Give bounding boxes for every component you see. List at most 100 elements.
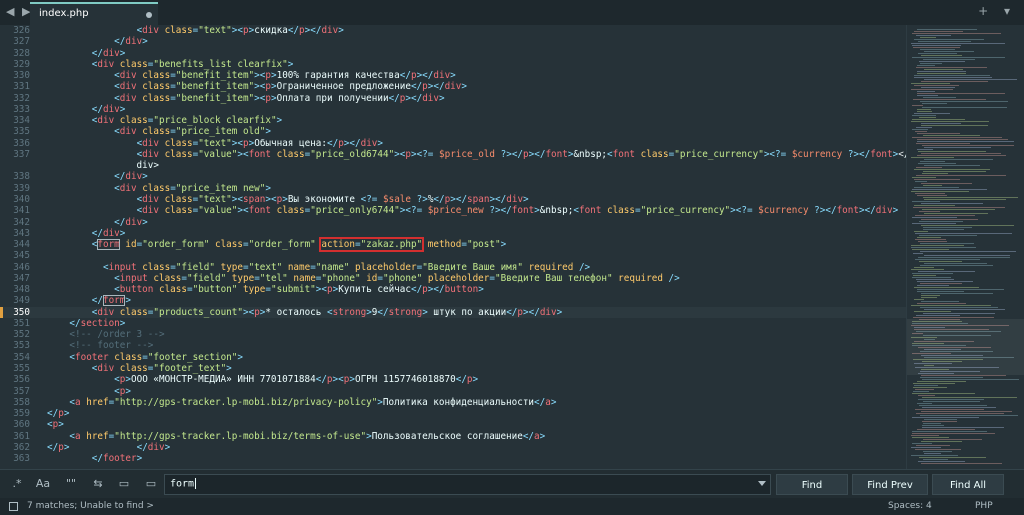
line-code: <div class="value"><font class="price_on…: [136, 205, 899, 217]
code-line[interactable]: 356 <p>ООО «МОНСТР-МЕДИА» ИНН 7701071884…: [0, 374, 906, 385]
panel-toggle-icon[interactable]: [9, 502, 18, 511]
code-line[interactable]: 332 <div class="benefit_item"><p>Оплата …: [0, 93, 906, 104]
code-line[interactable]: 353 <!-- footer -->: [0, 340, 906, 351]
minimap-code-stroke: [912, 277, 951, 278]
code-line[interactable]: div>: [0, 160, 906, 171]
line-code: <div class="benefits_list clearfix">: [91, 58, 294, 70]
minimap-code-stroke: [914, 113, 950, 114]
line-number: 346: [13, 261, 30, 273]
minimap-code-stroke: [916, 35, 951, 36]
code-line[interactable]: 328 </div>: [0, 48, 906, 59]
code-line[interactable]: 330 <div class="benefit_item"><p>100% га…: [0, 70, 906, 81]
minimap-code-stroke: [917, 381, 966, 382]
find-all-button[interactable]: Find All: [932, 474, 1004, 495]
tab-index-php[interactable]: index.php: [30, 2, 158, 25]
minimap-code-stroke: [918, 41, 971, 42]
find-history-dropdown-icon[interactable]: [758, 481, 766, 486]
code-line[interactable]: 363 </footer>: [0, 453, 906, 464]
minimap-code-stroke: [916, 167, 942, 168]
code-line[interactable]: 334 <div class="price_block clearfix">: [0, 115, 906, 126]
minimap-code-stroke: [919, 117, 936, 118]
minimap-code-stroke: [924, 263, 987, 264]
find-panel: .* Aa "" ⇆ ▭ ▭ form Find Find Prev Find …: [0, 469, 1024, 498]
code-line[interactable]: 351 </section>: [0, 318, 906, 329]
minimap-code-stroke: [911, 269, 944, 270]
code-line[interactable]: 358 <a href="http://gps-tracker.lp-mobi.…: [0, 397, 906, 408]
code-line[interactable]: 336 <div class="text"><p>Обычная цена:</…: [0, 138, 906, 149]
code-line[interactable]: 327 </div>: [0, 36, 906, 47]
minimap-code-stroke: [911, 43, 1005, 44]
code-line[interactable]: 350 <div class="products_count"><p>* ост…: [0, 306, 906, 319]
find-input[interactable]: form: [164, 474, 771, 495]
code-line[interactable]: 331 <div class="benefit_item"><p>Огранич…: [0, 81, 906, 92]
regex-toggle-button[interactable]: .*: [6, 475, 28, 493]
line-number: 337: [13, 148, 30, 160]
line-code: <!-- footer -->: [69, 340, 154, 352]
code-line[interactable]: 333 </div>: [0, 104, 906, 115]
minimap-code-stroke: [917, 403, 932, 404]
code-line[interactable]: 340 <div class="text"><span><p>Вы эконом…: [0, 194, 906, 205]
code-line[interactable]: 345: [0, 250, 906, 261]
code-line[interactable]: 362 </p> </div>: [0, 442, 906, 453]
code-line[interactable]: 359 </p>: [0, 408, 906, 419]
line-number: 336: [13, 137, 30, 149]
line-code: <div class="text"><p>Обычная цена:</p></…: [136, 137, 384, 149]
code-line[interactable]: 338 </div>: [0, 171, 906, 182]
minimap-code-stroke: [920, 161, 945, 162]
syntax-setting[interactable]: PHP: [975, 501, 993, 511]
code-line[interactable]: 352 <!-- /order 3 -->: [0, 329, 906, 340]
code-line[interactable]: 329 <div class="benefits_list clearfix">: [0, 59, 906, 70]
code-line[interactable]: 343 </div>: [0, 228, 906, 239]
minimap-code-stroke: [911, 435, 939, 436]
minimap-code-stroke: [923, 227, 972, 228]
highlight-matches-toggle-button[interactable]: ▭: [140, 475, 162, 493]
code-line[interactable]: 339 <div class="price_item new">: [0, 183, 906, 194]
tab-bar-controls-icon[interactable]: + ▾: [978, 4, 1016, 18]
minimap-code-stroke: [920, 283, 962, 284]
status-message: 7 matches; Unable to find >: [27, 501, 154, 511]
find-prev-button[interactable]: Find Prev: [852, 474, 928, 495]
code-line[interactable]: 335 <div class="price_item old">: [0, 126, 906, 137]
line-number: 358: [13, 396, 30, 408]
minimap-code-stroke: [921, 295, 940, 296]
minimap-code-stroke: [923, 451, 952, 452]
code-line[interactable]: 354 <footer class="footer_section">: [0, 352, 906, 363]
code-line[interactable]: 337 <div class="value"><font class="pric…: [0, 149, 906, 160]
line-number: 343: [13, 227, 30, 239]
whole-word-toggle-button[interactable]: "": [60, 475, 82, 493]
code-line[interactable]: 349 </form>: [0, 295, 906, 307]
code-line[interactable]: 342 </div>: [0, 217, 906, 228]
minimap-code-stroke: [920, 63, 942, 64]
minimap-code-stroke: [914, 75, 990, 76]
find-button[interactable]: Find: [776, 474, 848, 495]
code-line[interactable]: 357 <p>: [0, 386, 906, 397]
minimap-code-stroke: [917, 155, 1006, 156]
tab-dirty-dot-icon[interactable]: [146, 12, 152, 18]
code-editor[interactable]: 326 <div class="text"><p>скидка</p></div…: [0, 25, 906, 469]
minimap-code-stroke: [923, 439, 982, 440]
line-number: 329: [13, 58, 30, 70]
code-line[interactable]: 360 <p>: [0, 419, 906, 430]
line-code: </div>: [114, 36, 148, 48]
minimap-code-stroke: [921, 219, 978, 220]
tab-nav-arrows-icon[interactable]: ◀ ▶: [6, 5, 32, 18]
code-line[interactable]: 341 <div class="value"><font class="pric…: [0, 205, 906, 216]
code-line[interactable]: 347 <input class="field" type="tel" name…: [0, 273, 906, 284]
line-number: 360: [13, 419, 30, 431]
code-line[interactable]: 344 <form id="order_form" class="order_f…: [0, 237, 906, 253]
minimap-code-stroke: [912, 177, 936, 178]
code-line[interactable]: 355 <div class="footer_text">: [0, 363, 906, 374]
line-code: <div class="products_count"><p>* осталос…: [91, 306, 563, 318]
indentation-setting[interactable]: Spaces: 4: [888, 501, 932, 511]
minimap[interactable]: [906, 25, 1024, 469]
code-line[interactable]: 346 <input class="field" type="text" nam…: [0, 262, 906, 273]
minimap-code-stroke: [920, 265, 993, 266]
wrap-toggle-button[interactable]: ⇆: [87, 475, 109, 493]
in-selection-toggle-button[interactable]: ▭: [113, 475, 135, 493]
code-line[interactable]: 361 <a href="http://gps-tracker.lp-mobi.…: [0, 431, 906, 442]
code-line[interactable]: 326 <div class="text"><p>скидка</p></div…: [0, 25, 906, 36]
minimap-code-stroke: [916, 279, 954, 280]
code-line[interactable]: 348 <button class="button" type="submit"…: [0, 284, 906, 295]
minimap-viewport[interactable]: [907, 319, 1024, 375]
case-sensitive-toggle-button[interactable]: Aa: [32, 475, 54, 493]
